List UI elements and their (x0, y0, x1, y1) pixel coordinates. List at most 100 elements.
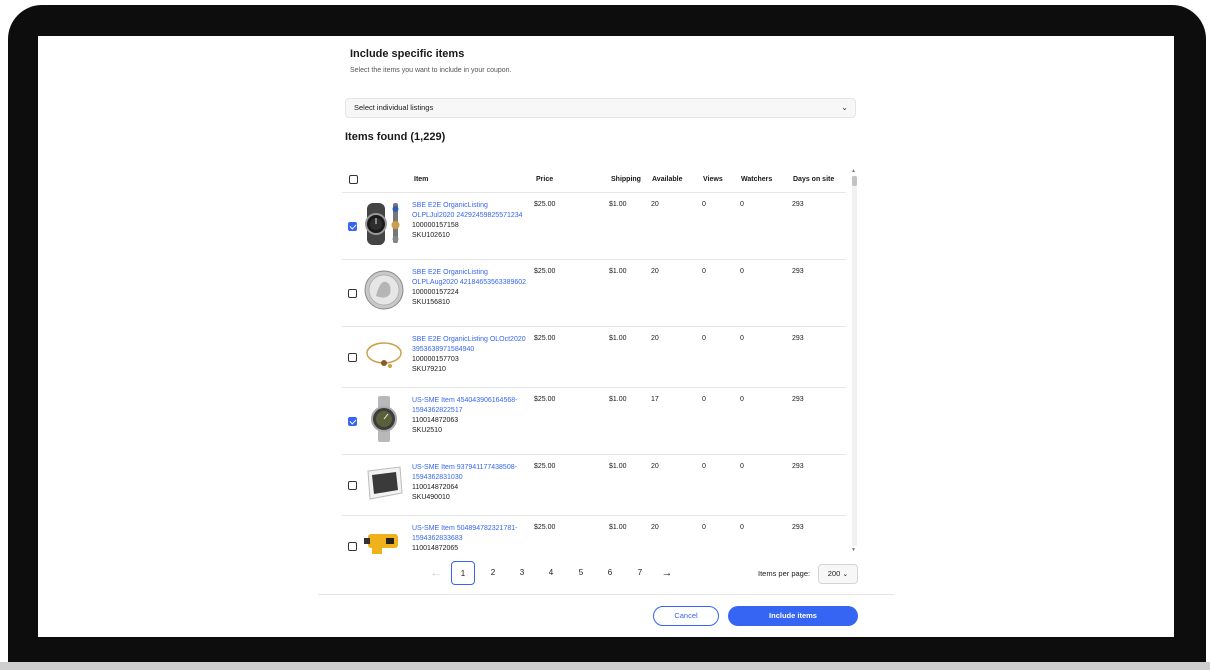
item-watchers: 0 (740, 524, 744, 531)
table-row[interactable]: SBE E2E OrganicListing OLOct2020 3953638… (342, 326, 846, 388)
item-shipping: $1.00 (609, 335, 627, 342)
item-available: 20 (651, 524, 659, 531)
table-row[interactable]: US-SME Item 454043906164568-159436282251… (342, 387, 846, 455)
section-subtitle: Select the items you want to include in … (350, 67, 512, 74)
item-watchers: 0 (740, 463, 744, 470)
item-available: 17 (651, 396, 659, 403)
header-price: Price (536, 176, 554, 183)
item-available: 20 (651, 335, 659, 342)
item-title-link[interactable]: SBE E2E OrganicListing OLPLAug2020 42184… (412, 268, 530, 308)
laptop-base (0, 662, 1210, 670)
row-checkbox[interactable] (348, 353, 357, 362)
item-title-link[interactable]: US-SME Item 937941177438508-159436283103… (412, 463, 530, 503)
item-id: 100000157224 (412, 289, 459, 296)
item-title-link[interactable]: US-SME Item 454043906164568-159436282251… (412, 396, 530, 436)
table-scrollbar[interactable]: ▲ ▼ (850, 168, 858, 554)
header-days: Days on site (793, 176, 835, 183)
footer-divider (318, 594, 894, 595)
item-views: 0 (702, 268, 706, 275)
item-days: 293 (792, 396, 804, 403)
chevron-down-icon: ⌄ (842, 571, 849, 578)
item-days: 293 (792, 268, 804, 275)
item-price: $25.00 (534, 524, 556, 531)
row-checkbox[interactable] (348, 417, 357, 426)
section-title: Include specific items (350, 48, 465, 60)
items-per-page-label: Items per page: (758, 569, 811, 578)
item-id: 110014872065 (412, 545, 459, 552)
item-watchers: 0 (740, 201, 744, 208)
items-per-page-select[interactable]: 200 ⌄ (818, 564, 858, 584)
bracelet-thumbnail (366, 342, 402, 368)
item-available: 20 (651, 201, 659, 208)
items-found-heading: Items found (1,229) (345, 131, 446, 143)
item-id: 100000157158 (412, 222, 459, 229)
page-6-button[interactable]: 6 (598, 561, 622, 585)
scrollbar-track[interactable] (852, 176, 857, 546)
item-days: 293 (792, 463, 804, 470)
item-title: SBE E2E OrganicListing OLOct2020 3953638… (412, 336, 526, 353)
row-checkbox[interactable] (348, 481, 357, 490)
item-available: 20 (651, 268, 659, 275)
row-checkbox[interactable] (348, 222, 357, 231)
row-checkbox[interactable] (348, 542, 357, 551)
table-row[interactable]: US-SME Item 504894782321781-159436283368… (342, 515, 846, 554)
item-views: 0 (702, 335, 706, 342)
header-item: Item (414, 176, 429, 183)
item-days: 293 (792, 335, 804, 342)
scroll-down-icon[interactable]: ▼ (851, 547, 856, 553)
item-views: 0 (702, 396, 706, 403)
item-title-link[interactable]: SBE E2E OrganicListing OLPLJul2020 24292… (412, 201, 530, 241)
item-title: SBE E2E OrganicListing OLPLAug2020 42184… (412, 269, 527, 286)
item-price: $25.00 (534, 268, 556, 275)
table-row[interactable]: US-SME Item 937941177438508-159436283103… (342, 454, 846, 516)
page-4-button[interactable]: 4 (539, 561, 563, 585)
item-days: 293 (792, 201, 804, 208)
wristwatch-thumbnail (371, 396, 397, 442)
table-row[interactable]: SBE E2E OrganicListing OLPLJul2020 24292… (342, 192, 846, 260)
item-shipping: $1.00 (609, 201, 627, 208)
row-checkbox[interactable] (348, 289, 357, 298)
listing-select-label: Select individual listings (354, 103, 434, 112)
page-7-button[interactable]: 7 (628, 561, 652, 585)
item-price: $25.00 (534, 201, 556, 208)
item-title-link[interactable]: US-SME Item 504894782321781-159436283368… (412, 524, 530, 554)
arrow-left-icon[interactable]: ← (426, 561, 446, 585)
screen: Include specific items Select the items … (38, 36, 1174, 637)
item-title-link[interactable]: SBE E2E OrganicListing OLOct2020 3953638… (412, 335, 530, 375)
item-views: 0 (702, 463, 706, 470)
item-title: US-SME Item 504894782321781-159436283368… (412, 525, 518, 542)
silver-coin-thumbnail (364, 270, 404, 310)
photo-print-thumbnail (367, 466, 403, 500)
item-sku: SKU156810 (412, 299, 450, 306)
header-watchers: Watchers (741, 176, 773, 183)
scrollbar-thumb[interactable] (852, 176, 857, 186)
item-sku: SKU2510 (412, 427, 442, 434)
select-all-checkbox[interactable] (349, 175, 358, 184)
table-row[interactable]: SBE E2E OrganicListing OLPLAug2020 42184… (342, 259, 846, 327)
item-watchers: 0 (740, 268, 744, 275)
item-shipping: $1.00 (609, 268, 627, 275)
item-shipping: $1.00 (609, 524, 627, 531)
item-views: 0 (702, 201, 706, 208)
item-title: US-SME Item 937941177438508-159436283103… (412, 464, 517, 481)
page-3-button[interactable]: 3 (510, 561, 534, 585)
watch-set-thumbnail (365, 203, 400, 245)
include-items-button[interactable]: Include items (728, 606, 858, 626)
item-sku: SKU79210 (412, 366, 446, 373)
item-sku: SKU102610 (412, 232, 450, 239)
cancel-button[interactable]: Cancel (653, 606, 719, 626)
listing-select[interactable]: Select individual listings ⌄ (345, 98, 856, 118)
item-price: $25.00 (534, 335, 556, 342)
page-2-button[interactable]: 2 (481, 561, 505, 585)
header-shipping: Shipping (611, 176, 641, 183)
item-days: 293 (792, 524, 804, 531)
item-available: 20 (651, 463, 659, 470)
scroll-up-icon[interactable]: ▲ (851, 168, 856, 174)
items-table: Item Price Shipping Available Views Watc… (342, 168, 858, 554)
item-price: $25.00 (534, 463, 556, 470)
item-title: SBE E2E OrganicListing OLPLJul2020 24292… (412, 202, 523, 219)
page-5-button[interactable]: 5 (569, 561, 593, 585)
arrow-right-icon[interactable]: → (657, 561, 677, 585)
item-views: 0 (702, 524, 706, 531)
page-1-button[interactable]: 1 (451, 561, 475, 585)
